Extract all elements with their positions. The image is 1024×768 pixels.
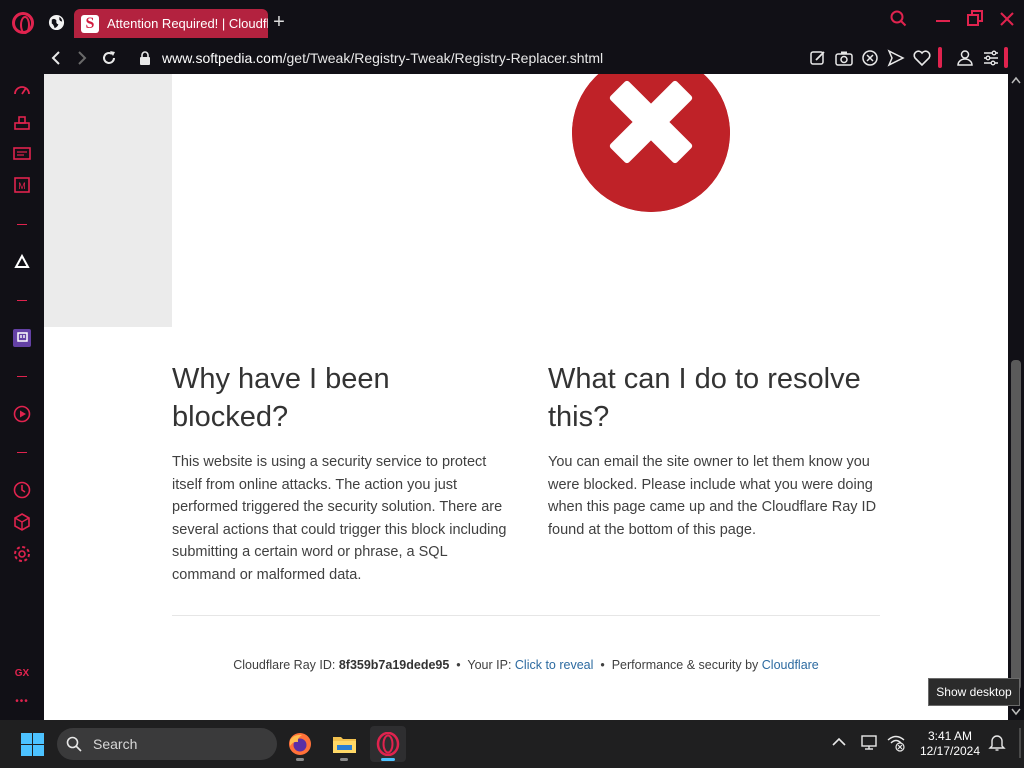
ray-id-label: Cloudflare Ray ID: (233, 658, 336, 672)
show-desktop-button[interactable] (1019, 728, 1021, 758)
app-active-indicator (381, 758, 395, 761)
history-icon[interactable] (12, 480, 32, 500)
notification-bell-icon[interactable] (987, 732, 1007, 752)
new-tab-button[interactable]: + (270, 12, 288, 32)
clock-time: 3:41 AM (927, 729, 973, 743)
sidebar-separator (17, 376, 27, 377)
error-x-icon (572, 74, 730, 212)
scroll-up-icon[interactable] (1011, 76, 1021, 84)
page-content: Why have I been blocked? This website is… (44, 74, 1008, 720)
url-path: /get/Tweak/Registry-Tweak/Registry-Repla… (282, 50, 604, 66)
reload-button[interactable] (99, 48, 119, 68)
footer-separator: • (600, 658, 605, 672)
taskbar-search[interactable]: Search (57, 728, 277, 760)
sidebar-separator (17, 452, 27, 453)
svg-text:M: M (18, 181, 26, 191)
tab-title: Attention Required! | Cloudflare (107, 16, 268, 31)
resolve-text: You can email the site owner to let them… (548, 454, 877, 538)
globe-icon[interactable] (48, 14, 65, 31)
show-desktop-tooltip: Show desktop (928, 678, 1020, 706)
page-scrollbar[interactable] (1008, 74, 1024, 720)
sidebar-more-icon[interactable]: ••• (12, 696, 32, 707)
minimize-button[interactable] (932, 8, 954, 30)
aria-icon[interactable] (12, 252, 32, 272)
address-bar: www.softpedia.com/get/Tweak/Registry-Twe… (0, 42, 1024, 74)
forward-button[interactable] (72, 48, 92, 68)
opera-gx-taskbar-icon[interactable] (370, 726, 406, 762)
extensions-icon[interactable] (12, 512, 32, 532)
file-explorer-taskbar-icon[interactable] (326, 726, 362, 762)
gx-control-icon[interactable] (12, 144, 32, 164)
ray-id-value: 8f359b7a19dede95 (338, 658, 450, 672)
easy-setup-icon[interactable] (981, 48, 1001, 68)
performance-label: Performance & security by (611, 658, 759, 672)
profile-icon[interactable] (955, 48, 975, 68)
accent-bar (938, 47, 942, 68)
settings-gear-icon[interactable] (12, 544, 32, 564)
tab-favicon-icon: S (81, 15, 99, 33)
search-placeholder: Search (93, 736, 138, 752)
app-running-indicator (340, 758, 348, 761)
network-disconnected-icon[interactable] (886, 732, 906, 752)
sidebar: M GX ••• (0, 74, 44, 720)
resolve-heading: What can I do to resolve this? (548, 363, 861, 433)
heart-icon[interactable] (912, 48, 932, 68)
scroll-thumb[interactable] (1011, 360, 1021, 690)
edit-icon[interactable] (808, 48, 828, 68)
clock-date: 12/17/2024 (919, 744, 981, 758)
windows-start-icon[interactable] (21, 733, 44, 756)
search-tabs-icon[interactable] (888, 8, 910, 30)
scroll-down-icon[interactable] (1011, 708, 1021, 716)
gx-cleaner-icon[interactable]: M (12, 175, 32, 195)
adblock-icon[interactable] (860, 48, 880, 68)
firefox-taskbar-icon[interactable] (282, 726, 318, 762)
url-field[interactable]: www.softpedia.com/get/Tweak/Registry-Twe… (162, 49, 603, 67)
browser-titlebar: S Attention Required! | Cloudflare + (0, 0, 1024, 44)
send-icon[interactable] (886, 48, 906, 68)
twitch-icon[interactable] (12, 328, 32, 348)
sidebar-separator (17, 224, 27, 225)
reveal-ip-link[interactable]: Click to reveal (515, 658, 594, 672)
opera-menu-icon[interactable] (12, 12, 34, 34)
restore-button[interactable] (964, 8, 986, 30)
cloudflare-footer: Cloudflare Ray ID: 8f359b7a19dede95 • Yo… (44, 658, 1008, 672)
search-icon (66, 736, 82, 752)
active-tab[interactable]: S Attention Required! | Cloudflare (74, 9, 268, 38)
ip-label: Your IP: (467, 658, 512, 672)
snapshot-icon[interactable] (834, 48, 854, 68)
app-running-indicator (296, 758, 304, 761)
opera-gx-icon (376, 732, 400, 756)
taskbar: Search 3:41 AM 12/17/2024 (0, 720, 1024, 768)
placeholder-panel (44, 74, 172, 327)
show-hidden-icons-chevron-icon[interactable] (829, 732, 849, 752)
accent-bar-right (1004, 47, 1008, 68)
back-button[interactable] (46, 48, 66, 68)
lock-icon[interactable] (139, 51, 151, 65)
why-blocked-heading: Why have I been blocked? (172, 363, 390, 433)
why-blocked-text: This website is using a security service… (172, 454, 507, 583)
player-icon[interactable] (12, 404, 32, 424)
taskbar-clock[interactable]: 3:41 AM 12/17/2024 (915, 729, 985, 759)
footer-divider (172, 615, 880, 616)
folder-icon (333, 737, 356, 753)
firefox-icon (289, 733, 311, 755)
gx-label[interactable]: GX (12, 668, 32, 679)
cloudflare-link[interactable]: Cloudflare (762, 658, 819, 672)
speed-dial-icon[interactable] (12, 81, 32, 101)
close-window-button[interactable] (996, 8, 1018, 30)
sidebar-separator (17, 300, 27, 301)
display-icon[interactable] (860, 732, 880, 752)
footer-separator: • (456, 658, 461, 672)
url-host: www.softpedia.com (162, 50, 283, 66)
gx-corner-icon[interactable] (12, 113, 32, 133)
